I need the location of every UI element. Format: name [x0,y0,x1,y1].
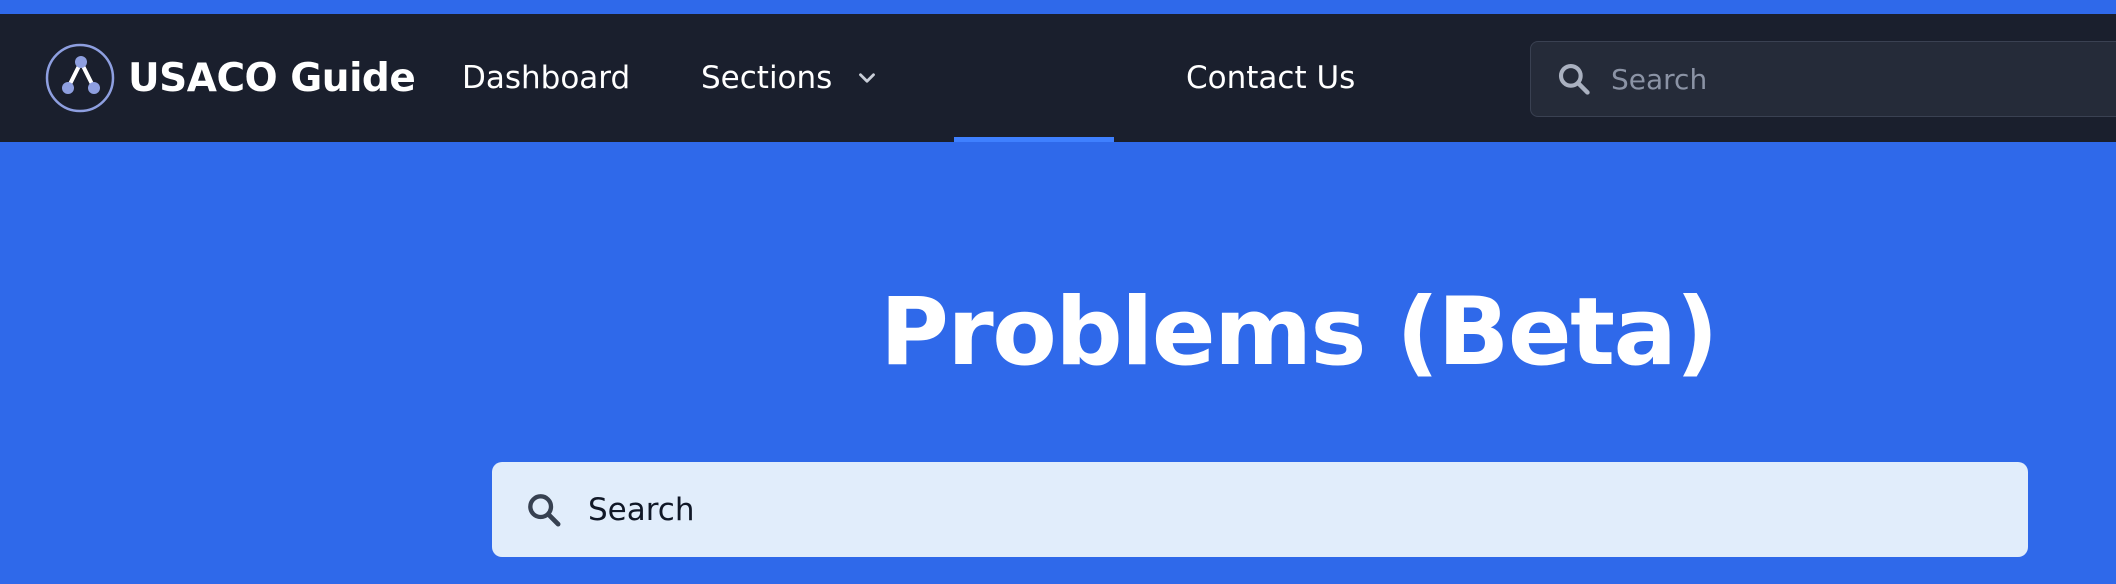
brand-name: USACO Guide [128,55,416,101]
top-accent-strip [0,0,2116,14]
nav-link-label: Sections [701,60,833,96]
active-tab-indicator [954,137,1114,142]
page-title: Problems (Beta) [880,278,1718,387]
problems-search-input[interactable] [586,490,1886,529]
search-icon [528,493,561,526]
brand-logo-link[interactable]: USACO Guide [44,41,416,115]
nav-link-label: Dashboard [462,60,631,96]
search-icon [1558,63,1590,95]
navbar: USACO Guide Dashboard Sections Contact U… [0,14,2116,142]
usaco-logo-icon [45,43,115,113]
nav-dropdown-sections[interactable]: Sections [701,14,880,142]
problems-search-box[interactable] [492,462,2028,557]
nav-link-label: Contact Us [1186,60,1356,96]
nav-link-dashboard[interactable]: Dashboard [462,14,630,142]
navbar-search-box[interactable] [1530,41,2116,117]
nav-link-contact-us[interactable]: Contact Us [1186,14,1355,142]
navbar-search-input[interactable] [1609,61,2009,97]
chevron-down-icon [859,73,876,83]
